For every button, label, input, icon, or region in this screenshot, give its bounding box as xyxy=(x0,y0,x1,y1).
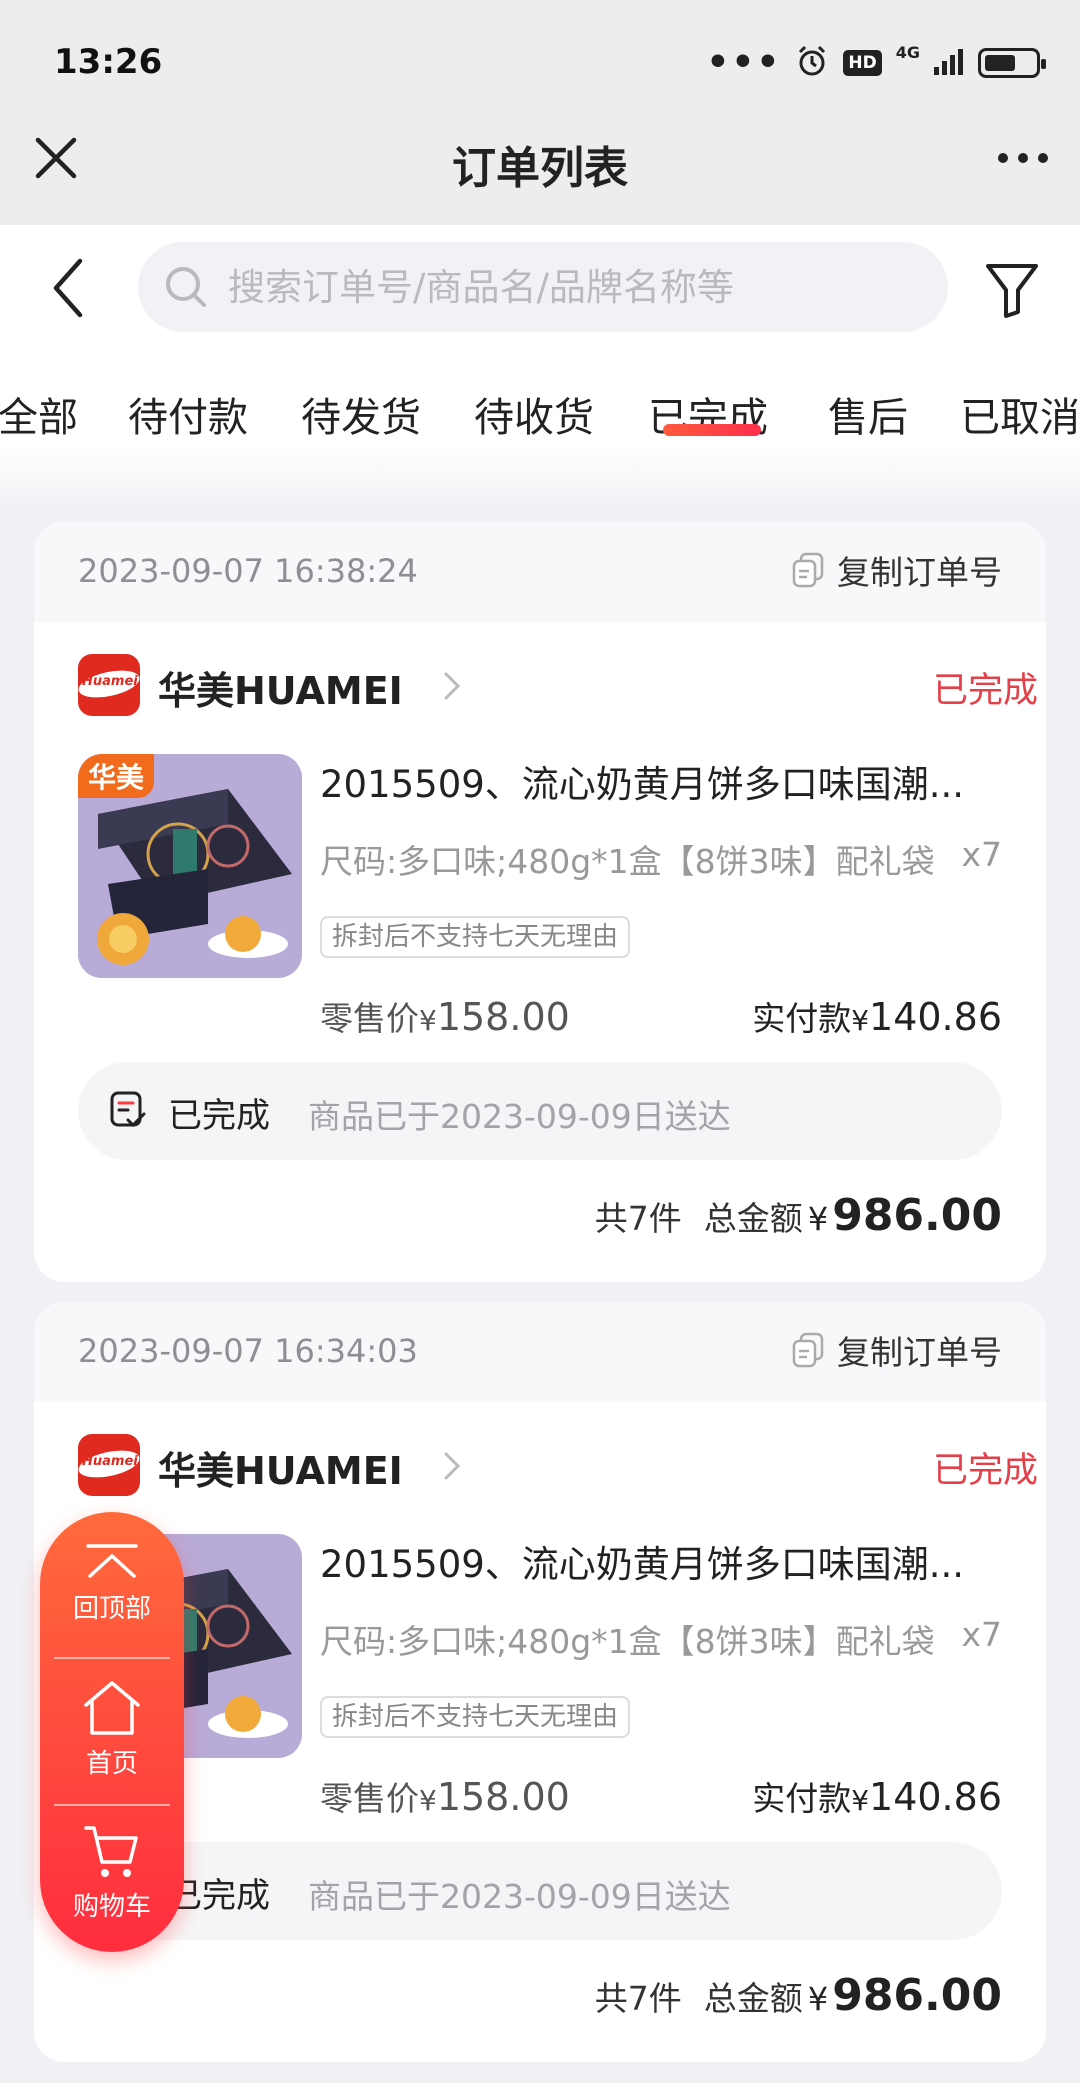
copy-order-number-label: 复制订单号 xyxy=(837,1333,1002,1372)
search-icon xyxy=(166,267,206,307)
chevron-left-icon xyxy=(53,258,83,318)
retail-price: 零售价¥158.00 xyxy=(320,995,570,1039)
home-icon xyxy=(84,1681,140,1735)
logistics-text: 商品已于2023-09-09日送达 xyxy=(308,1097,731,1136)
copy-icon xyxy=(792,552,824,588)
copy-order-number-label: 复制订单号 xyxy=(837,553,1002,592)
item-count: 共7件 xyxy=(594,1199,682,1238)
shop-logo: Huamei xyxy=(78,1434,140,1496)
shop-row[interactable]: Huamei 华美HUAMEI 已完成 xyxy=(78,1434,1038,1496)
copy-icon xyxy=(792,1332,824,1368)
logistics-info[interactable]: 已完成 商品已于2023-09-09日送达 xyxy=(78,1062,1002,1160)
order-time: 2023-09-07 16:34:03 xyxy=(78,1332,418,1370)
shop-name: 华美HUAMEI xyxy=(158,669,403,713)
order-summary: 共7件 总金额 ¥986.00 xyxy=(595,1190,1002,1241)
tab-all[interactable]: 全部 xyxy=(0,385,78,443)
battery-icon xyxy=(978,48,1046,78)
page-title: 订单列表 xyxy=(452,143,628,194)
total-amount: 总金额 ¥986.00 xyxy=(703,1970,1002,2021)
return-policy-tag: 拆封后不支持七天无理由 xyxy=(320,916,631,958)
brand-tag: 华美 xyxy=(78,754,155,798)
paid-price: 实付款¥140.86 xyxy=(752,995,1002,1039)
chevron-right-icon xyxy=(444,672,461,700)
order-card-header: 2023-09-07 16:34:03 复制订单号 xyxy=(34,1302,1046,1402)
order-summary: 共7件 总金额 ¥986.00 xyxy=(595,1970,1002,2021)
cart-button[interactable]: 购物车 xyxy=(40,1822,184,1923)
nav-divider xyxy=(54,1657,170,1659)
status-icons: ••• HD 4G xyxy=(706,40,1046,86)
product-image[interactable]: 华美 xyxy=(78,754,302,978)
back-button[interactable] xyxy=(44,255,94,321)
tab-pending-receipt[interactable]: 待收货 xyxy=(474,385,594,443)
more-dots-icon xyxy=(998,153,1048,163)
search-input[interactable] xyxy=(228,265,928,309)
order-card-header: 2023-09-07 16:38:24 复制订单号 xyxy=(34,522,1046,622)
signal-icon xyxy=(934,47,964,79)
logistics-status: 已完成 xyxy=(168,1096,270,1136)
chevron-right-icon xyxy=(444,1452,461,1480)
product-spec: 尺码:多口味;480g*1盒【8饼3味】配礼袋 xyxy=(320,842,935,881)
alarm-icon xyxy=(795,44,829,82)
delivery-receipt-icon xyxy=(110,1091,146,1128)
order-time: 2023-09-07 16:38:24 xyxy=(78,552,418,590)
cart-label: 购物车 xyxy=(72,1892,151,1922)
product-title[interactable]: 2015509、流心奶黄月饼多口味国潮... xyxy=(320,754,1010,808)
active-tab-indicator xyxy=(663,424,761,436)
tab-cancelled[interactable]: 已取消 xyxy=(960,385,1080,443)
more-notifications-icon: ••• xyxy=(706,42,782,83)
home-button[interactable]: 首页 xyxy=(40,1677,184,1780)
battery-level xyxy=(985,55,1015,71)
back-to-top-button[interactable]: 回顶部 xyxy=(40,1540,184,1625)
product-quantity: x7 xyxy=(961,1615,1002,1654)
order-card[interactable]: 2023-09-07 16:34:03 复制订单号 Huamei 华美HUAME… xyxy=(34,1302,1046,2062)
order-card[interactable]: 2023-09-07 16:38:24 复制订单号 Huamei 华美HUAME… xyxy=(34,522,1046,1282)
filter-button[interactable] xyxy=(982,258,1042,320)
product-title[interactable]: 2015509、流心奶黄月饼多口味国潮... xyxy=(320,1534,1010,1588)
back-to-top-icon xyxy=(86,1544,138,1578)
shop-logo: Huamei xyxy=(78,654,140,716)
order-status: 已完成 xyxy=(932,671,1038,711)
search-bar[interactable] xyxy=(138,242,948,332)
home-label: 首页 xyxy=(85,1749,138,1779)
product-quantity: x7 xyxy=(961,835,1002,874)
shop-name: 华美HUAMEI xyxy=(158,1449,403,1493)
shop-row[interactable]: Huamei 华美HUAMEI 已完成 xyxy=(78,654,1038,716)
total-amount: 总金额 ¥986.00 xyxy=(703,1190,1002,1241)
tab-pending-payment[interactable]: 待付款 xyxy=(128,385,248,443)
floating-nav: 回顶部 首页 购物车 xyxy=(40,1512,184,1952)
order-status: 已完成 xyxy=(932,1451,1038,1491)
network-label: 4G xyxy=(895,43,920,62)
copy-order-number-button[interactable]: 复制订单号 xyxy=(791,546,1002,594)
status-time: 13:26 xyxy=(54,42,163,82)
logistics-info[interactable]: 已完成 商品已于2023-09-09日送达 xyxy=(78,1842,1002,1940)
paid-price: 实付款¥140.86 xyxy=(752,1775,1002,1819)
hd-icon: HD xyxy=(843,50,882,76)
return-policy-tag: 拆封后不支持七天无理由 xyxy=(320,1696,631,1738)
nav-divider xyxy=(54,1804,170,1806)
tab-after-sales[interactable]: 售后 xyxy=(828,385,908,443)
cart-icon xyxy=(84,1826,138,1877)
copy-order-number-button[interactable]: 复制订单号 xyxy=(791,1326,1002,1374)
filter-icon xyxy=(986,264,1038,318)
product-spec: 尺码:多口味;480g*1盒【8饼3味】配礼袋 xyxy=(320,1622,935,1661)
more-menu-button[interactable] xyxy=(988,130,1058,186)
logistics-text: 商品已于2023-09-09日送达 xyxy=(308,1877,731,1916)
order-tabs: 全部 待付款 待发货 待收货 已完成 售后 已取消 xyxy=(0,385,1080,445)
retail-price: 零售价¥158.00 xyxy=(320,1775,570,1819)
item-count: 共7件 xyxy=(594,1979,682,2018)
tab-pending-shipment[interactable]: 待发货 xyxy=(301,385,421,443)
back-to-top-label: 回顶部 xyxy=(72,1594,151,1624)
